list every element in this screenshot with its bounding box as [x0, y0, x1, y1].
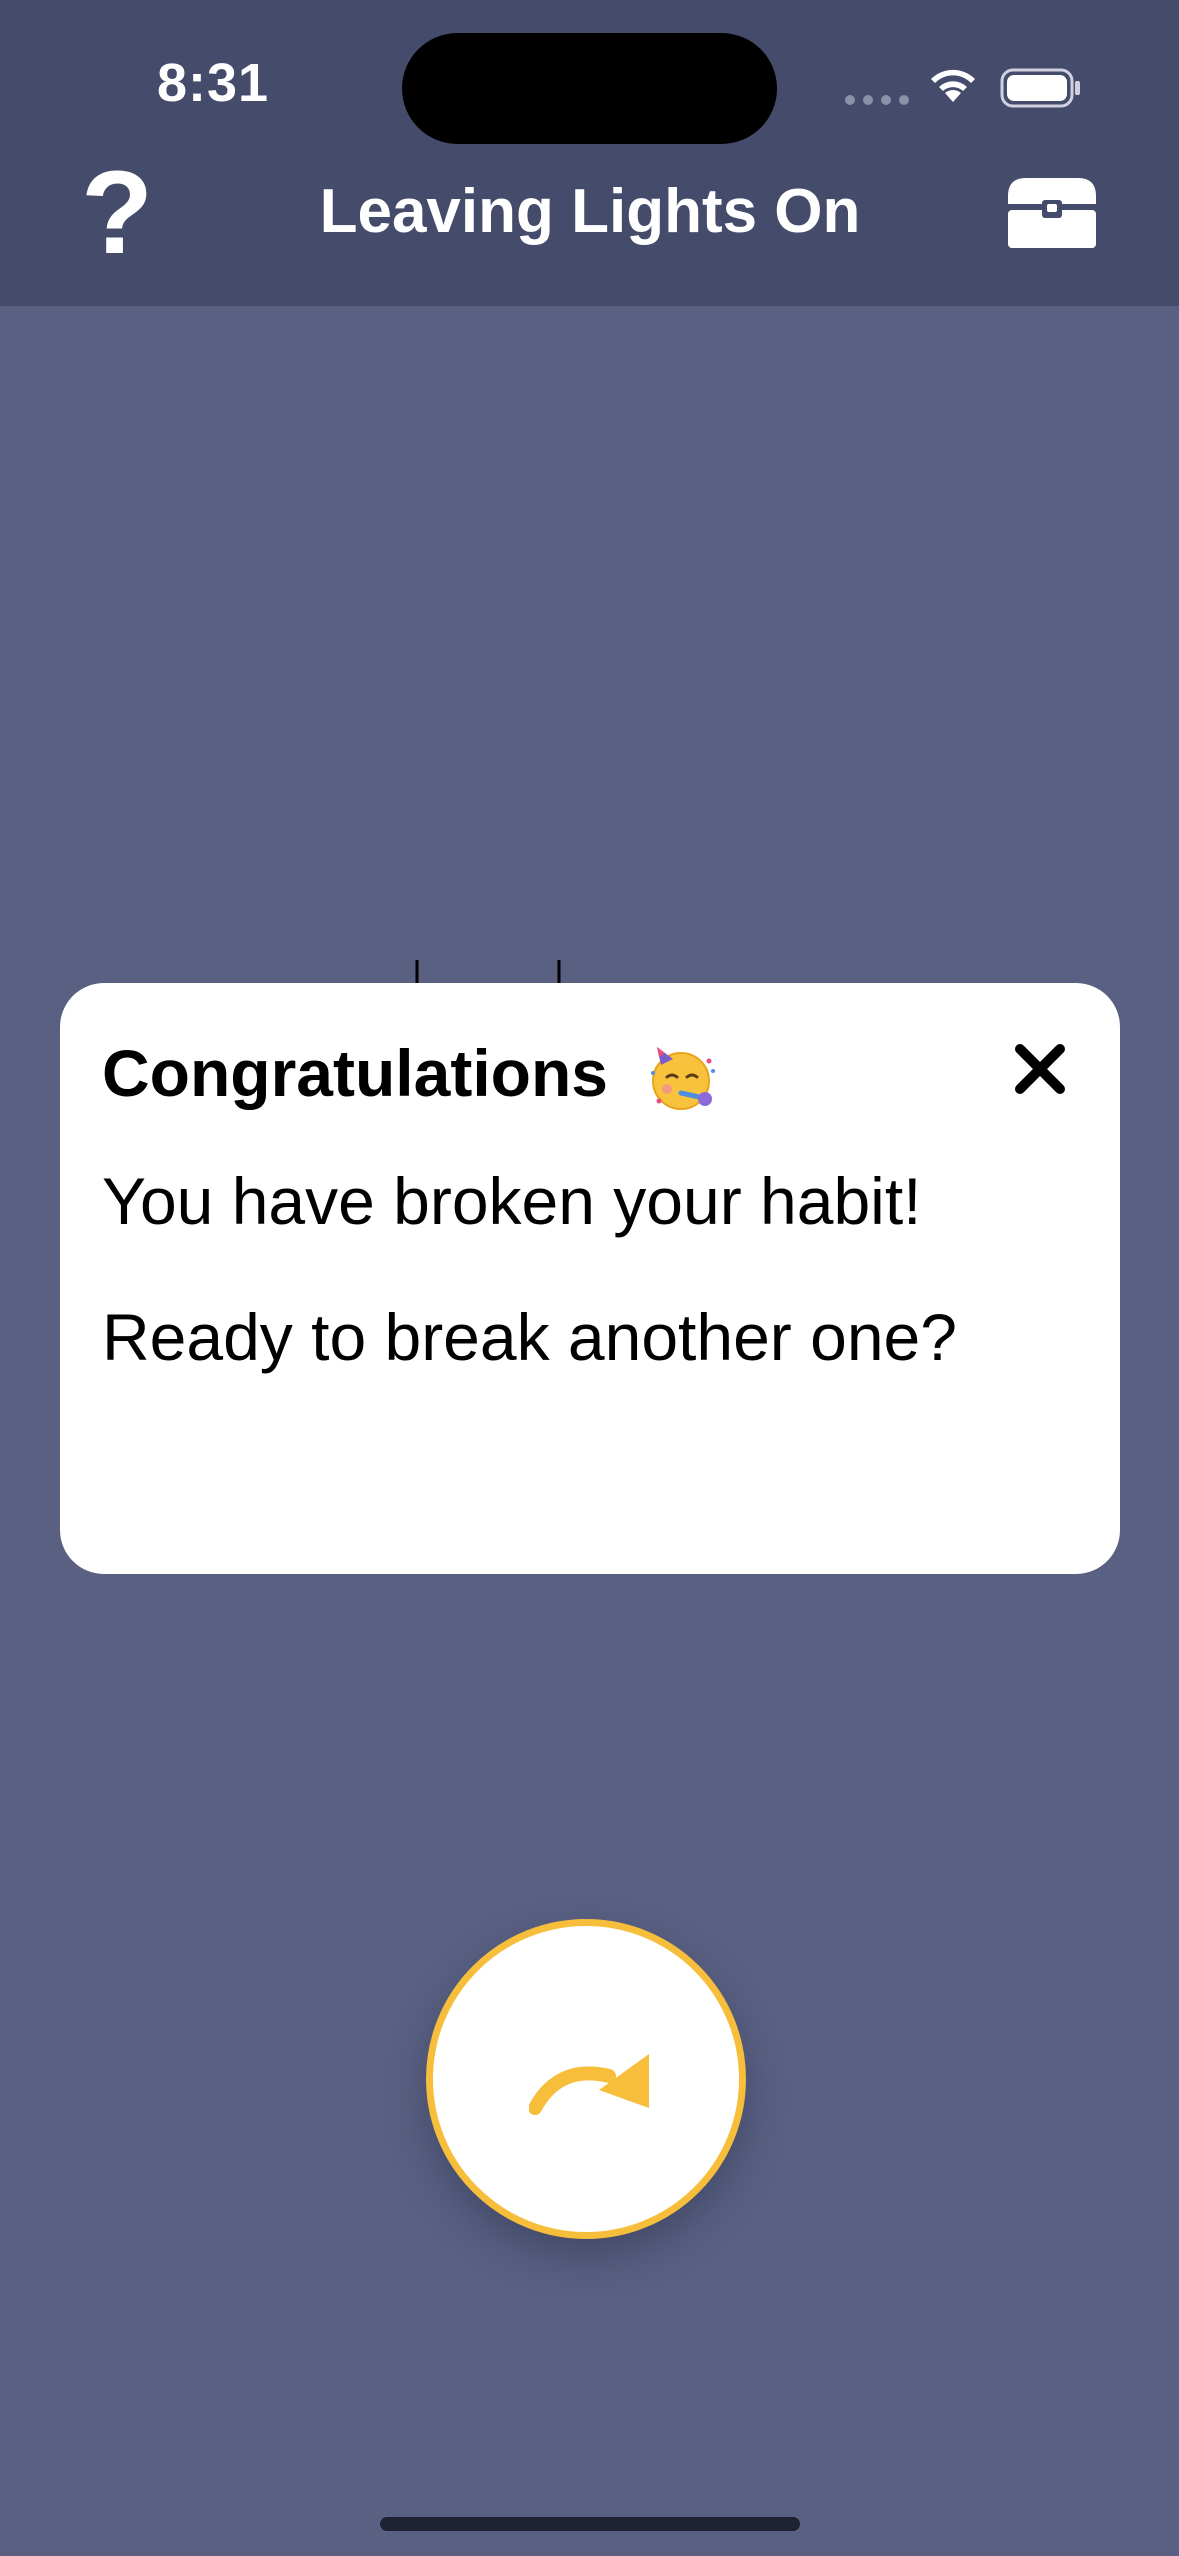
dialog-question: Ready to break another one? — [102, 1300, 957, 1374]
page-title: Leaving Lights On — [319, 177, 861, 246]
dynamic-island — [402, 33, 777, 144]
wifi-icon — [931, 69, 975, 102]
battery-icon — [1000, 68, 1080, 108]
dialog-message: You have broken your habit! — [102, 1164, 922, 1238]
question-mark-icon: ? — [80, 147, 154, 279]
close-button[interactable] — [1012, 1041, 1068, 1097]
congratulations-dialog: Congratulations You have broken your hab… — [60, 983, 1120, 1574]
status-time: 8:31 — [156, 53, 270, 113]
dialog-title: Congratulations — [102, 1036, 608, 1110]
redo-arrow-icon — [529, 2054, 649, 2115]
partying-face-icon — [651, 1047, 715, 1110]
cellular-signal-icon — [845, 95, 909, 105]
treasure-chest-icon[interactable] — [1002, 172, 1102, 252]
redo-button[interactable] — [426, 1919, 746, 2239]
home-indicator — [380, 2517, 800, 2531]
help-button[interactable]: ? — [72, 154, 162, 272]
